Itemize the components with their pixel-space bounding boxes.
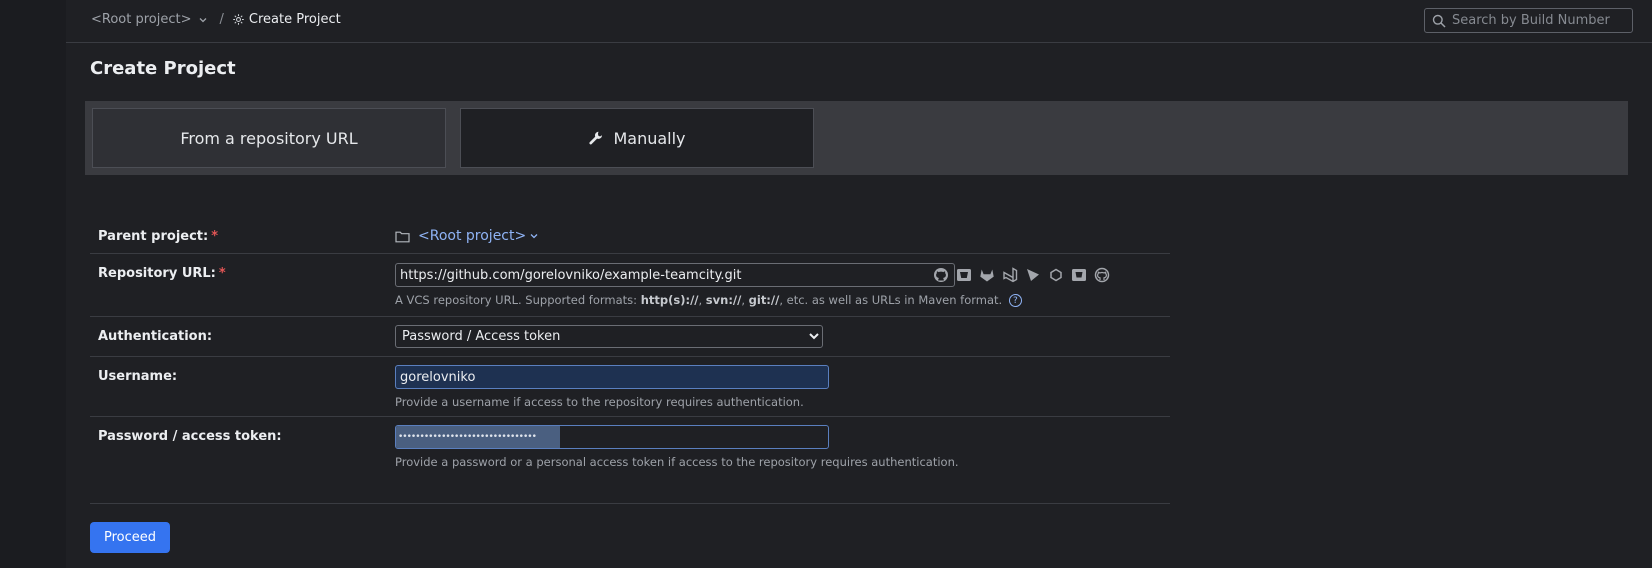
chevron-down-icon (530, 234, 538, 239)
breadcrumb-separator: / (219, 12, 224, 27)
username-row: Username: Provide a username if access t… (90, 357, 1170, 417)
required-mark: * (218, 266, 226, 281)
tab-from-repository-url-label: From a repository URL (180, 128, 358, 148)
repository-url-help: A VCS repository URL. Supported formats:… (395, 293, 1022, 307)
parent-project-row: Parent project: * <Root project> (90, 213, 1170, 254)
left-sidebar (0, 0, 66, 568)
github-icon[interactable] (933, 267, 949, 283)
tab-manually-label: Manually (613, 128, 686, 148)
search-placeholder: Search by Build Number (1452, 13, 1610, 28)
repository-url-input[interactable] (395, 263, 955, 287)
username-label: Username: (98, 369, 178, 384)
gitlab-icon[interactable] (979, 267, 995, 283)
parent-project-label: Parent project: * (98, 229, 219, 244)
search-box[interactable]: Search by Build Number (1424, 8, 1633, 33)
azure-devops-icon[interactable] (1002, 267, 1018, 283)
github-enterprise-icon[interactable] (1094, 267, 1110, 283)
authentication-label: Authentication: (98, 329, 213, 344)
perforce-icon[interactable] (1048, 267, 1064, 283)
authentication-select[interactable]: Password / Access token (395, 325, 823, 348)
creation-mode-tabs: From a repository URL Manually (85, 101, 1628, 175)
password-row: Password / access token: •••••••••••••••… (90, 417, 1170, 504)
search-icon (1432, 14, 1446, 28)
help-question-icon[interactable]: ? (1008, 294, 1022, 307)
parent-project-selector[interactable]: <Root project> (395, 228, 547, 244)
breadcrumb-current: Create Project (232, 12, 341, 27)
password-input[interactable]: •••••••••••••••••••••••••••••••• (395, 425, 829, 449)
breadcrumb-root[interactable]: <Root project> (91, 12, 192, 27)
tab-manually[interactable]: Manually (460, 108, 814, 168)
wrench-icon (589, 131, 603, 145)
authentication-row: Authentication: Password / Access token (90, 317, 1170, 357)
folder-icon (395, 231, 410, 242)
page-title: Create Project (90, 58, 236, 79)
bitbucket-icon[interactable] (956, 267, 972, 283)
gear-icon (233, 14, 244, 25)
username-input[interactable] (395, 365, 829, 389)
repository-url-control: A VCS repository URL. Supported formats:… (395, 263, 1110, 307)
username-help: Provide a username if access to the repo… (395, 395, 804, 409)
breadcrumb: <Root project> / Create Project (91, 12, 341, 27)
jetbrains-space-icon[interactable] (1025, 267, 1041, 283)
password-help: Provide a password or a personal access … (395, 455, 959, 469)
tab-from-repository-url[interactable]: From a repository URL (92, 108, 446, 168)
repository-url-label: Repository URL: * (98, 266, 226, 281)
chevron-down-icon[interactable] (198, 15, 208, 25)
repository-url-row: Repository URL:* A VCS repository URL. S… (90, 254, 1170, 317)
required-mark: * (211, 229, 219, 244)
top-bar: <Root project> / Create Project Search b… (66, 0, 1652, 43)
password-label: Password / access token: (98, 429, 282, 444)
password-mask: •••••••••••••••••••••••••••••••• (396, 426, 560, 448)
proceed-button[interactable]: Proceed (90, 522, 170, 553)
bitbucket-server-icon[interactable] (1071, 267, 1087, 283)
vcs-provider-icons (933, 267, 1110, 283)
breadcrumb-current-label: Create Project (248, 12, 341, 27)
parent-project-value: <Root project> (418, 228, 527, 244)
create-project-form: Parent project: * <Root project> Reposito… (90, 213, 1170, 504)
